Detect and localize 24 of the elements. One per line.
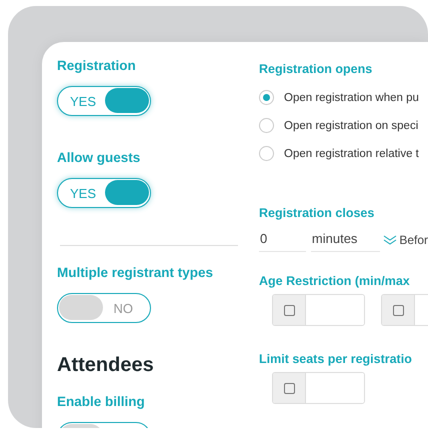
unit-select[interactable]: minutes — [310, 228, 380, 252]
setting-label: Allow guests — [57, 150, 140, 165]
setting-label: Registration — [57, 58, 136, 73]
radio-button[interactable] — [259, 146, 274, 161]
radio-option[interactable]: Open registration relative t — [259, 146, 419, 161]
amount-field[interactable]: 0 — [259, 228, 306, 252]
section-label: Registration opens — [259, 62, 372, 76]
checkbox[interactable] — [284, 382, 294, 394]
radio-button[interactable] — [259, 118, 274, 133]
radio-button[interactable] — [259, 90, 274, 105]
setting-label: Enable billing — [57, 394, 145, 409]
section-heading: Attendees — [57, 354, 154, 377]
number-field[interactable] — [272, 294, 365, 326]
section-label: Registration closes — [259, 206, 374, 220]
section-label: Age Restriction (min/max — [259, 274, 410, 288]
chevron-down-icon — [383, 235, 398, 245]
checkbox[interactable] — [284, 304, 294, 316]
radio-option[interactable]: Open registration on speci — [259, 118, 418, 133]
number-field[interactable] — [272, 372, 365, 404]
setting-label: Multiple registrant types — [57, 265, 214, 280]
checkbox[interactable] — [392, 304, 404, 316]
section-label: Limit seats per registratio — [259, 352, 412, 366]
relation-select[interactable]: Befor — [399, 233, 428, 247]
radio-option[interactable]: Open registration when pu — [259, 90, 419, 105]
